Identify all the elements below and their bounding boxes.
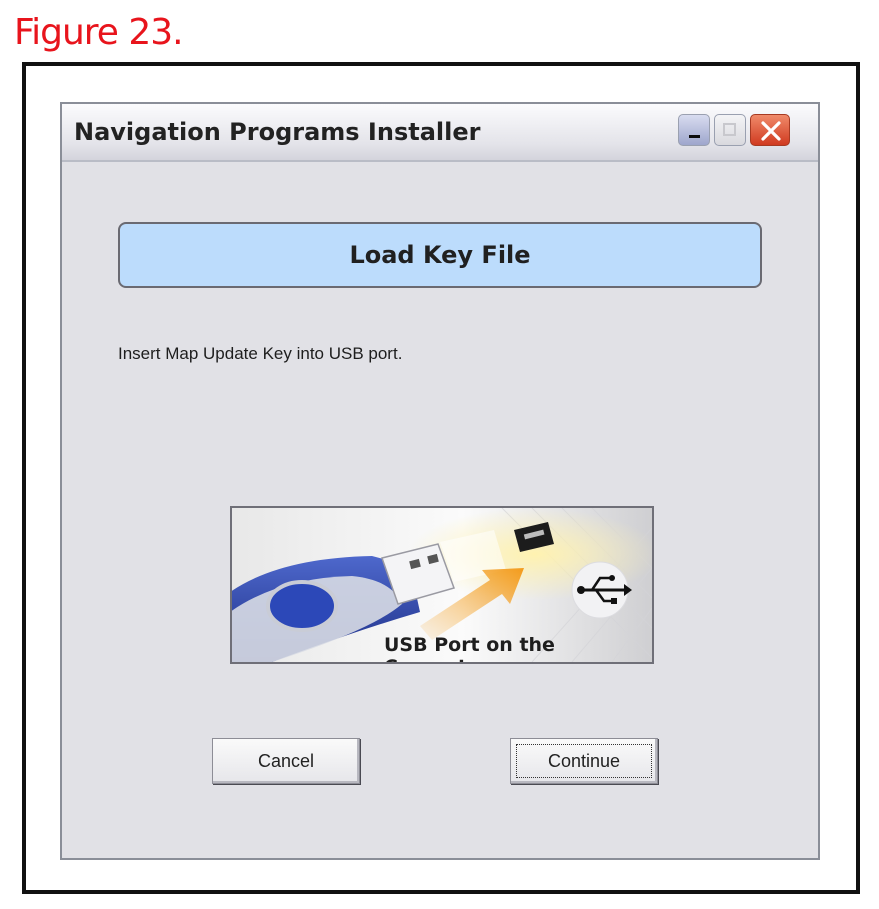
maximize-button	[714, 114, 746, 146]
continue-button[interactable]: Continue	[510, 738, 658, 784]
cancel-button-label: Cancel	[257, 750, 315, 771]
usb-illustration: USB Port on the Computer	[230, 506, 654, 664]
minimize-icon	[689, 135, 700, 138]
focus-ring	[516, 744, 652, 778]
title-bar[interactable]: Navigation Programs Installer	[62, 104, 818, 162]
instruction-text: Insert Map Update Key into USB port.	[118, 344, 403, 363]
heading-banner: Load Key File	[118, 222, 762, 288]
close-icon	[761, 121, 781, 141]
window-title: Navigation Programs Installer	[74, 118, 481, 146]
cancel-button[interactable]: Cancel	[212, 738, 360, 784]
close-button[interactable]	[750, 114, 790, 146]
image-caption: USB Port on the Computer	[384, 634, 555, 662]
dialog-heading: Load Key File	[349, 241, 531, 269]
minimize-button[interactable]	[678, 114, 710, 146]
maximize-icon	[723, 123, 736, 136]
installer-window: Navigation Programs Installer Load Key F…	[60, 102, 820, 860]
figure-label: Figure 23.	[14, 12, 184, 53]
